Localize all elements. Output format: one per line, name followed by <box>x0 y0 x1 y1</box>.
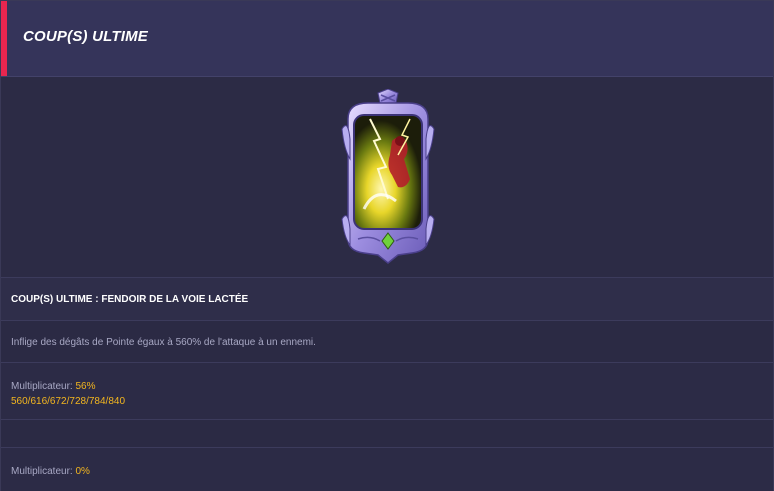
multiplier-value-2: 0% <box>75 466 90 477</box>
empty-row <box>1 419 773 447</box>
skill-panel: COUP(S) ULTIME COUP(S) ULTIME: FENDOIR … <box>0 0 774 491</box>
multiplier-value: 56% <box>75 381 96 392</box>
multiplier-block-1: Multiplicateur: 56% 560/616/672/728/784/… <box>11 378 125 408</box>
skill-card-art-icon <box>341 89 435 264</box>
skill-name-row: COUP(S) ULTIME : FENDOIR DE LA VOIE LACT… <box>1 277 773 320</box>
skill-description-row: Inflige des dégâts de Pointe égaux à 560… <box>1 320 773 362</box>
multiplier-block-2: Multiplicateur: 0% <box>11 463 90 478</box>
multiplier-row-2: Multiplicateur: 0% <box>1 447 773 491</box>
multiplier-levels: 560/616/672/728/784/840 <box>11 396 125 407</box>
panel-title: COUP(S) ULTIME <box>23 28 149 45</box>
multiplier-label-2: Multiplicateur: <box>11 466 76 477</box>
skill-description: Inflige des dégâts de Pointe égaux à 560… <box>11 337 316 348</box>
multiplier-row-1: Multiplicateur: 56% 560/616/672/728/784/… <box>1 362 773 419</box>
panel-header: COUP(S) ULTIME <box>1 1 773 77</box>
header-accent-bar <box>1 1 7 76</box>
multiplier-label: Multiplicateur: <box>11 381 76 392</box>
skill-name: COUP(S) ULTIME : FENDOIR DE LA VOIE LACT… <box>11 294 249 305</box>
artwork-area <box>1 77 773 276</box>
